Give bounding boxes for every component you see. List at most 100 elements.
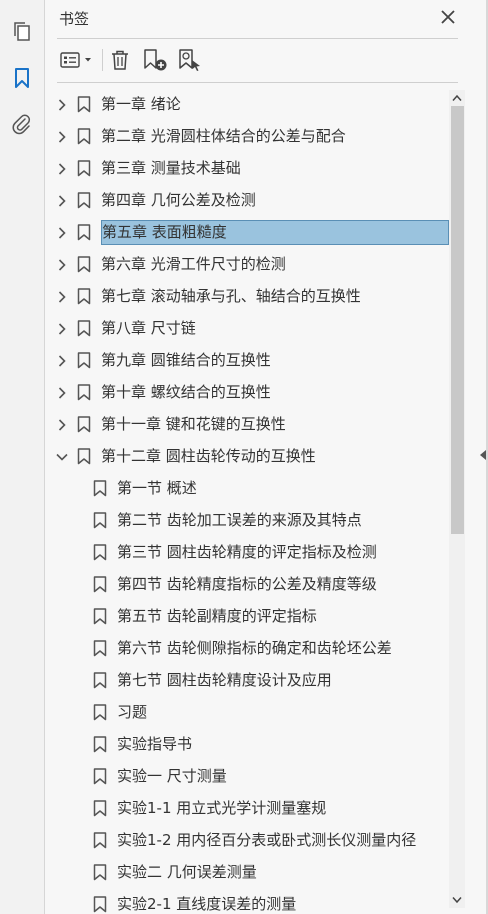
bookmark-label: 第一节 概述 bbox=[117, 479, 197, 497]
close-icon[interactable] bbox=[437, 6, 459, 28]
bookmark-item[interactable]: 实验一 尺寸测量 bbox=[45, 761, 449, 791]
bookmark-label: 第三章 测量技术基础 bbox=[101, 159, 241, 177]
bookmarks-toolbar bbox=[57, 38, 458, 83]
list-options-icon[interactable] bbox=[60, 47, 94, 73]
bookmark-icon bbox=[77, 288, 91, 305]
chevron-right-icon[interactable] bbox=[55, 225, 69, 239]
bookmark-item[interactable]: 第三章 测量技术基础 bbox=[45, 153, 449, 183]
bookmark-item[interactable]: 第八章 尺寸链 bbox=[45, 313, 449, 343]
bookmark-label: 第二章 光滑圆柱体结合的公差与配合 bbox=[101, 127, 346, 145]
trash-icon[interactable] bbox=[108, 47, 132, 73]
vertical-scrollbar[interactable] bbox=[449, 90, 465, 908]
bookmark-item[interactable]: 第一节 概述 bbox=[45, 473, 449, 503]
bookmark-icon bbox=[77, 320, 91, 337]
chevron-right-icon[interactable] bbox=[55, 417, 69, 431]
bookmark-item[interactable]: 实验1-1 用立式光学计测量塞规 bbox=[45, 793, 449, 823]
chevron-right-icon[interactable] bbox=[55, 161, 69, 175]
chevron-right-icon[interactable] bbox=[55, 385, 69, 399]
bookmark-icon bbox=[93, 576, 107, 593]
bookmark-item[interactable]: 习题 bbox=[45, 697, 449, 727]
bookmark-label: 第五章 表面粗糙度 bbox=[101, 220, 449, 245]
chevron-right-icon[interactable] bbox=[55, 353, 69, 367]
bookmark-label: 第七节 圆柱齿轮精度设计及应用 bbox=[117, 671, 332, 689]
bookmark-item[interactable]: 第五章 表面粗糙度 bbox=[45, 217, 449, 247]
bookmark-icon bbox=[77, 384, 91, 401]
chevron-right-icon[interactable] bbox=[55, 97, 69, 111]
new-bookmark-icon[interactable] bbox=[143, 47, 169, 73]
bookmark-item[interactable]: 实验二 几何误差测量 bbox=[45, 857, 449, 887]
bookmark-label: 第二节 齿轮加工误差的来源及其特点 bbox=[117, 511, 362, 529]
scroll-down-arrow-icon[interactable] bbox=[451, 894, 463, 906]
panel-header: 书签 bbox=[45, 0, 477, 36]
bookmark-item[interactable]: 第十二章 圆柱齿轮传动的互换性 bbox=[45, 441, 449, 471]
bookmark-item[interactable]: 第二节 齿轮加工误差的来源及其特点 bbox=[45, 505, 449, 535]
bookmark-icon bbox=[93, 608, 107, 625]
chevron-right-icon[interactable] bbox=[55, 129, 69, 143]
bookmark-item[interactable]: 第十一章 键和花键的互换性 bbox=[45, 409, 449, 439]
bookmark-label: 第三节 圆柱齿轮精度的评定指标及检测 bbox=[117, 543, 377, 561]
bookmark-icon bbox=[93, 512, 107, 529]
bookmark-icon bbox=[77, 160, 91, 177]
bookmark-label: 第一章 绪论 bbox=[101, 95, 181, 113]
paperclip-icon[interactable] bbox=[8, 110, 36, 138]
bookmark-label: 第四节 齿轮精度指标的公差及精度等级 bbox=[117, 575, 377, 593]
bookmark-item[interactable]: 第七章 滚动轴承与孔、轴结合的互换性 bbox=[45, 281, 449, 311]
bookmark-icon bbox=[93, 896, 107, 913]
bookmark-icon bbox=[93, 544, 107, 561]
bookmark-item[interactable]: 实验2-1 直线度误差的测量 bbox=[45, 889, 449, 914]
bookmark-icon bbox=[93, 640, 107, 657]
bookmark-item[interactable]: 第五节 齿轮副精度的评定指标 bbox=[45, 601, 449, 631]
bookmark-item[interactable]: 第四节 齿轮精度指标的公差及精度等级 bbox=[45, 569, 449, 599]
bookmark-item[interactable]: 第一章 绪论 bbox=[45, 89, 449, 119]
bookmark-label: 第十一章 键和花键的互换性 bbox=[101, 415, 286, 433]
bookmark-icon bbox=[93, 704, 107, 721]
scroll-up-arrow-icon[interactable] bbox=[451, 92, 463, 104]
bookmark-item[interactable]: 第七节 圆柱齿轮精度设计及应用 bbox=[45, 665, 449, 695]
chevron-right-icon[interactable] bbox=[55, 193, 69, 207]
bookmark-item[interactable]: 第二章 光滑圆柱体结合的公差与配合 bbox=[45, 121, 449, 151]
pages-icon[interactable] bbox=[8, 18, 36, 46]
bookmark-item[interactable]: 实验指导书 bbox=[45, 729, 449, 759]
bookmark-icon bbox=[93, 736, 107, 753]
bookmark-item[interactable]: 实验1-2 用内径百分表或卧式测长仪测量内径 bbox=[45, 825, 449, 855]
bookmark-item[interactable]: 第六节 齿轮侧隙指标的确定和齿轮坯公差 bbox=[45, 633, 449, 663]
chevron-right-icon[interactable] bbox=[55, 321, 69, 335]
bookmark-item[interactable]: 第九章 圆锥结合的互换性 bbox=[45, 345, 449, 375]
chevron-right-icon[interactable] bbox=[55, 289, 69, 303]
bookmark-icon bbox=[93, 480, 107, 497]
bookmark-label: 第九章 圆锥结合的互换性 bbox=[101, 351, 271, 369]
bookmark-label: 第十章 螺纹结合的互换性 bbox=[101, 383, 271, 401]
bookmark-label: 第六节 齿轮侧隙指标的确定和齿轮坯公差 bbox=[117, 639, 392, 657]
panel-title: 书签 bbox=[59, 10, 90, 28]
bookmark-label: 第十二章 圆柱齿轮传动的互换性 bbox=[101, 447, 316, 465]
bookmark-label: 实验1-2 用内径百分表或卧式测长仪测量内径 bbox=[117, 831, 417, 849]
chevron-right-icon[interactable] bbox=[55, 257, 69, 271]
bookmark-item[interactable]: 第六章 光滑工件尺寸的检测 bbox=[45, 249, 449, 279]
find-bookmark-icon[interactable] bbox=[178, 47, 204, 73]
bookmark-icon bbox=[77, 192, 91, 209]
chevron-down-icon[interactable] bbox=[55, 449, 69, 463]
bookmark-label: 第四章 几何公差及检测 bbox=[101, 191, 256, 209]
bookmark-icon bbox=[77, 352, 91, 369]
scrollbar-thumb[interactable] bbox=[451, 106, 464, 534]
bookmark-label: 第七章 滚动轴承与孔、轴结合的互换性 bbox=[101, 287, 361, 305]
bookmark-item[interactable]: 第四章 几何公差及检测 bbox=[45, 185, 449, 215]
bookmark-icon bbox=[93, 672, 107, 689]
bookmark-item[interactable]: 第十章 螺纹结合的互换性 bbox=[45, 377, 449, 407]
bookmark-label: 第六章 光滑工件尺寸的检测 bbox=[101, 255, 286, 273]
bookmark-label: 实验指导书 bbox=[117, 735, 193, 753]
bookmark-label: 习题 bbox=[117, 703, 148, 721]
bookmark-label: 实验一 尺寸测量 bbox=[117, 767, 227, 785]
bookmark-icon bbox=[93, 832, 107, 849]
bookmark-label: 实验1-1 用立式光学计测量塞规 bbox=[117, 799, 327, 817]
bookmark-icon bbox=[77, 416, 91, 433]
bookmark-item[interactable]: 第三节 圆柱齿轮精度的评定指标及检测 bbox=[45, 537, 449, 567]
bookmark-icon bbox=[93, 864, 107, 881]
bookmark-label: 第八章 尺寸链 bbox=[101, 319, 196, 337]
bookmark-label: 第五节 齿轮副精度的评定指标 bbox=[117, 607, 317, 625]
bookmark-tree: 第一章 绪论第二章 光滑圆柱体结合的公差与配合 第三章 测量技术基础 第四章 几何公… bbox=[45, 89, 449, 914]
bookmark-icon bbox=[77, 224, 91, 241]
bookmark-icon bbox=[77, 448, 91, 465]
bookmark-icon bbox=[93, 800, 107, 817]
bookmark-icon[interactable] bbox=[8, 64, 36, 92]
